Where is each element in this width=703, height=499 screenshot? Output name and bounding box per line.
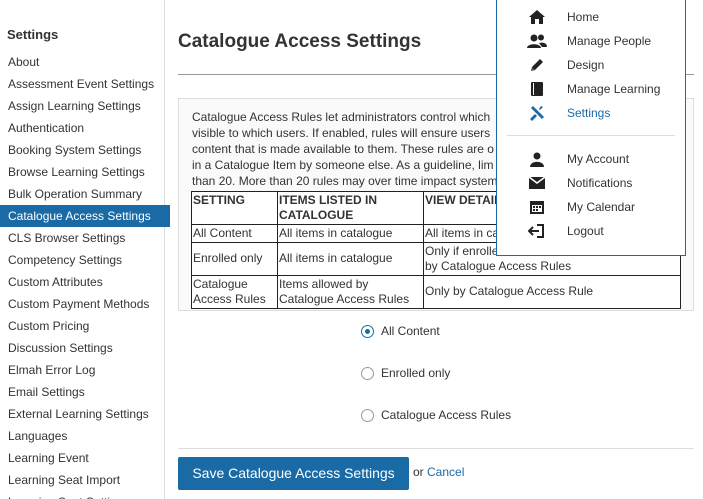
cancel-link[interactable]: Cancel (427, 465, 464, 479)
table-cell: Catalogue Access Rules (191, 275, 278, 309)
menu-item-home[interactable]: Home (527, 7, 599, 27)
radio-button-checked[interactable] (361, 324, 374, 338)
menu-item-label: Manage People (567, 34, 652, 48)
sidebar-item-browse-learning-settings[interactable]: Browse Learning Settings (0, 161, 165, 183)
menu-item-label: Notifications (567, 176, 633, 190)
table-header-items: ITEMS LISTED IN CATALOGUE (277, 191, 424, 225)
table-header-setting: SETTING (191, 191, 278, 225)
sidebar-item-competency-settings[interactable]: Competency Settings (0, 249, 165, 271)
radio-button[interactable] (361, 408, 374, 422)
menu-item-settings[interactable]: Settings (527, 103, 610, 123)
menu-item-manage-learning[interactable]: Manage Learning (527, 79, 660, 99)
sidebar-item-external-learning-settings[interactable]: External Learning Settings (0, 403, 165, 425)
menu-item-notifications[interactable]: Notifications (527, 173, 632, 193)
table-cell: Enrolled only (191, 242, 278, 276)
sidebar-item-email-settings[interactable]: Email Settings (0, 381, 165, 403)
user-icon (527, 150, 547, 168)
menu-item-label: Logout (567, 224, 604, 238)
sidebar-item-catalogue-access-settings[interactable]: Catalogue Access Settings (0, 205, 170, 227)
option-enrolled-only[interactable]: Enrolled only (361, 366, 450, 380)
menu-divider (507, 135, 675, 136)
sidebar-item-booking-system-settings[interactable]: Booking System Settings (0, 139, 165, 161)
radio-button[interactable] (361, 366, 374, 380)
table-row: Catalogue Access Rules Items allowed by … (191, 275, 681, 309)
menu-item-manage-people[interactable]: Manage People (527, 31, 651, 51)
calendar-icon (527, 198, 547, 216)
save-button[interactable]: Save Catalogue Access Settings (178, 457, 409, 490)
sidebar-item-assessment-event-settings[interactable]: Assessment Event Settings (0, 73, 165, 95)
book-icon (527, 80, 547, 98)
cell-line: Only by Catalogue Access Rule (425, 284, 594, 298)
sidebar-item-authentication[interactable]: Authentication (0, 117, 165, 139)
menu-item-my-account[interactable]: My Account (527, 149, 629, 169)
table-cell: Only by Catalogue Access Rule (423, 275, 681, 309)
sidebar-title: Settings (7, 27, 59, 42)
settings-sidebar: Settings About Assessment Event Settings… (0, 0, 170, 499)
option-catalogue-access-rules[interactable]: Catalogue Access Rules (361, 408, 511, 422)
option-label: Enrolled only (381, 366, 451, 380)
table-cell: All items in catalogue (277, 242, 424, 276)
envelope-icon (527, 174, 547, 192)
users-icon (527, 32, 547, 50)
sidebar-item-cls-browser-settings[interactable]: CLS Browser Settings (0, 227, 165, 249)
sidebar-item-about[interactable]: About (0, 51, 165, 73)
or-text: or (413, 465, 424, 479)
table-cell: All Content (191, 224, 278, 243)
sidebar-list: About Assessment Event Settings Assign L… (0, 51, 170, 499)
page-title: Catalogue Access Settings (178, 31, 422, 52)
sidebar-item-assign-learning-settings[interactable]: Assign Learning Settings (0, 95, 165, 117)
sidebar-item-custom-attributes[interactable]: Custom Attributes (0, 271, 165, 293)
menu-item-label: Home (567, 10, 600, 24)
sidebar-item-custom-pricing[interactable]: Custom Pricing (0, 315, 165, 337)
menu-item-label: My Account (567, 152, 630, 166)
sidebar-item-custom-payment-methods[interactable]: Custom Payment Methods (0, 293, 165, 315)
menu-item-design[interactable]: Design (527, 55, 604, 75)
option-all-content[interactable]: All Content (361, 324, 440, 338)
table-cell: Items allowed by Catalogue Access Rules (277, 275, 424, 309)
option-label: All Content (381, 324, 440, 338)
pencil-icon (527, 56, 547, 74)
sidebar-item-languages[interactable]: Languages (0, 425, 165, 447)
menu-item-label: My Calendar (567, 200, 636, 214)
sidebar-item-bulk-operation-summary[interactable]: Bulk Operation Summary (0, 183, 165, 205)
table-cell: All items in catalogue (277, 224, 424, 243)
sidebar-item-learning-event[interactable]: Learning Event (0, 447, 165, 469)
footer-divider (178, 448, 694, 449)
sidebar-item-elmah-error-log[interactable]: Elmah Error Log (0, 359, 165, 381)
sidebar-item-discussion-settings[interactable]: Discussion Settings (0, 337, 165, 359)
user-dropdown-menu: Home Manage People Design Manage Learnin… (496, 0, 686, 256)
menu-item-label: Manage Learning (567, 82, 661, 96)
menu-item-label: Design (567, 58, 605, 72)
logout-icon (527, 222, 547, 240)
menu-item-my-calendar[interactable]: My Calendar (527, 197, 635, 217)
menu-item-label: Settings (567, 106, 611, 120)
wrench-icon (527, 104, 547, 122)
home-icon (527, 8, 547, 26)
sidebar-item-learning-seat-settings[interactable]: Learning Seat Settings (0, 491, 165, 499)
menu-item-logout[interactable]: Logout (527, 221, 604, 241)
option-label: Catalogue Access Rules (381, 408, 512, 422)
cell-line: by Catalogue Access Rules (425, 259, 572, 273)
sidebar-item-learning-seat-import[interactable]: Learning Seat Import (0, 469, 165, 491)
